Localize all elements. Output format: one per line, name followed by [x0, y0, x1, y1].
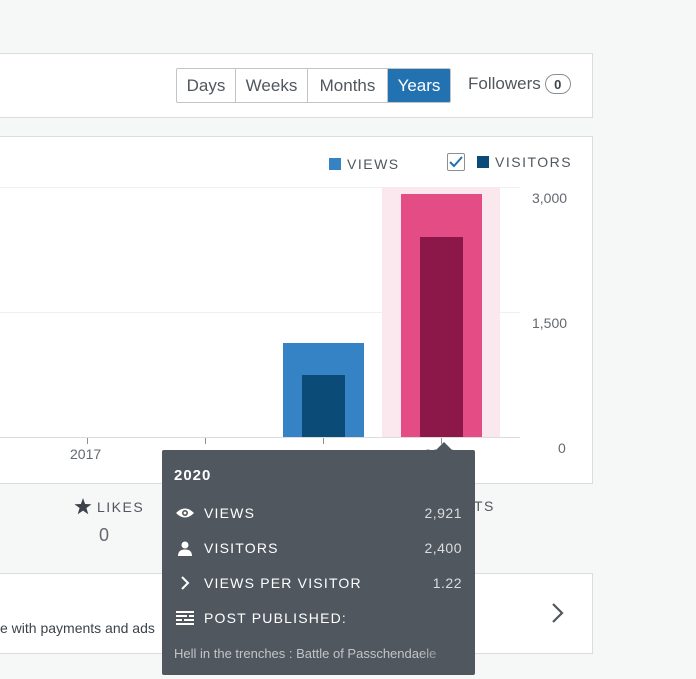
eye-icon	[174, 505, 196, 521]
likes-stat-label: LIKES	[74, 498, 144, 515]
tooltip-post-published-label: POST PUBLISHED:	[204, 610, 348, 626]
x-tick-label: 2017	[70, 446, 102, 462]
period-days-button[interactable]: Days	[177, 69, 236, 102]
tooltip-row-views: VIEWS 2,921	[174, 505, 462, 521]
views-swatch	[329, 158, 341, 170]
followers-button[interactable]: Followers 0	[468, 74, 571, 94]
visitors-swatch	[477, 156, 489, 168]
chevron-right-icon[interactable]	[548, 600, 568, 626]
likes-value: 0	[99, 525, 110, 545]
chart-tooltip: 2020 VIEWS 2,921 VISITORS 2,400 VIEWS PE…	[162, 450, 475, 675]
period-years-button[interactable]: Years	[388, 69, 450, 102]
tooltip-views-label: VIEWS	[204, 505, 256, 521]
y-tick-label: 1,500	[532, 315, 568, 331]
x-tick	[87, 438, 88, 444]
tooltip-vpv-value: 1.22	[432, 575, 462, 591]
tooltip-visitors-value: 2,400	[424, 540, 462, 556]
y-tick-label: 3,000	[532, 190, 568, 206]
tooltip-title: 2020	[174, 467, 212, 484]
legend-visitors: VISITORS	[447, 153, 572, 171]
legend-views: VIEWS	[329, 156, 400, 172]
visitors-bar[interactable]	[420, 237, 463, 437]
y-tick-label: 0	[558, 440, 566, 456]
visitors-checkbox[interactable]	[447, 153, 465, 171]
visitors-bar[interactable]	[302, 375, 345, 437]
period-months-button[interactable]: Months	[308, 69, 388, 102]
tooltip-visitors-label: VISITORS	[204, 540, 279, 556]
chevron-right-icon	[174, 575, 196, 591]
tooltip-row-views-per-visitor: VIEWS PER VISITOR 1.22	[174, 575, 462, 591]
tooltip-row-visitors: VISITORS 2,400	[174, 540, 462, 556]
legend-visitors-label: VISITORS	[495, 154, 573, 170]
checkmark-icon	[449, 156, 463, 168]
period-weeks-button[interactable]: Weeks	[236, 69, 308, 102]
likes-label: LIKES	[97, 498, 145, 515]
followers-label: Followers	[468, 74, 541, 93]
promo-text: e with payments and ads	[0, 620, 155, 636]
tooltip-views-value: 2,921	[424, 505, 462, 521]
star-icon	[74, 498, 92, 515]
person-icon	[174, 540, 196, 556]
tooltip-arrow	[436, 442, 452, 450]
tooltip-post-title[interactable]: Hell in the trenches : Battle of Passche…	[174, 646, 459, 661]
period-segmented-control: Days Weeks Months Years	[176, 68, 451, 103]
x-tick	[205, 438, 206, 444]
tooltip-row-post-published: POST PUBLISHED:	[174, 610, 462, 626]
comments-stat-label: TS	[474, 498, 495, 514]
chart-baseline	[0, 437, 520, 438]
legend-views-label: VIEWS	[347, 156, 400, 172]
followers-count-badge: 0	[544, 74, 571, 94]
tooltip-vpv-label: VIEWS PER VISITOR	[204, 575, 362, 591]
posts-icon	[174, 610, 196, 626]
x-tick	[323, 438, 324, 444]
